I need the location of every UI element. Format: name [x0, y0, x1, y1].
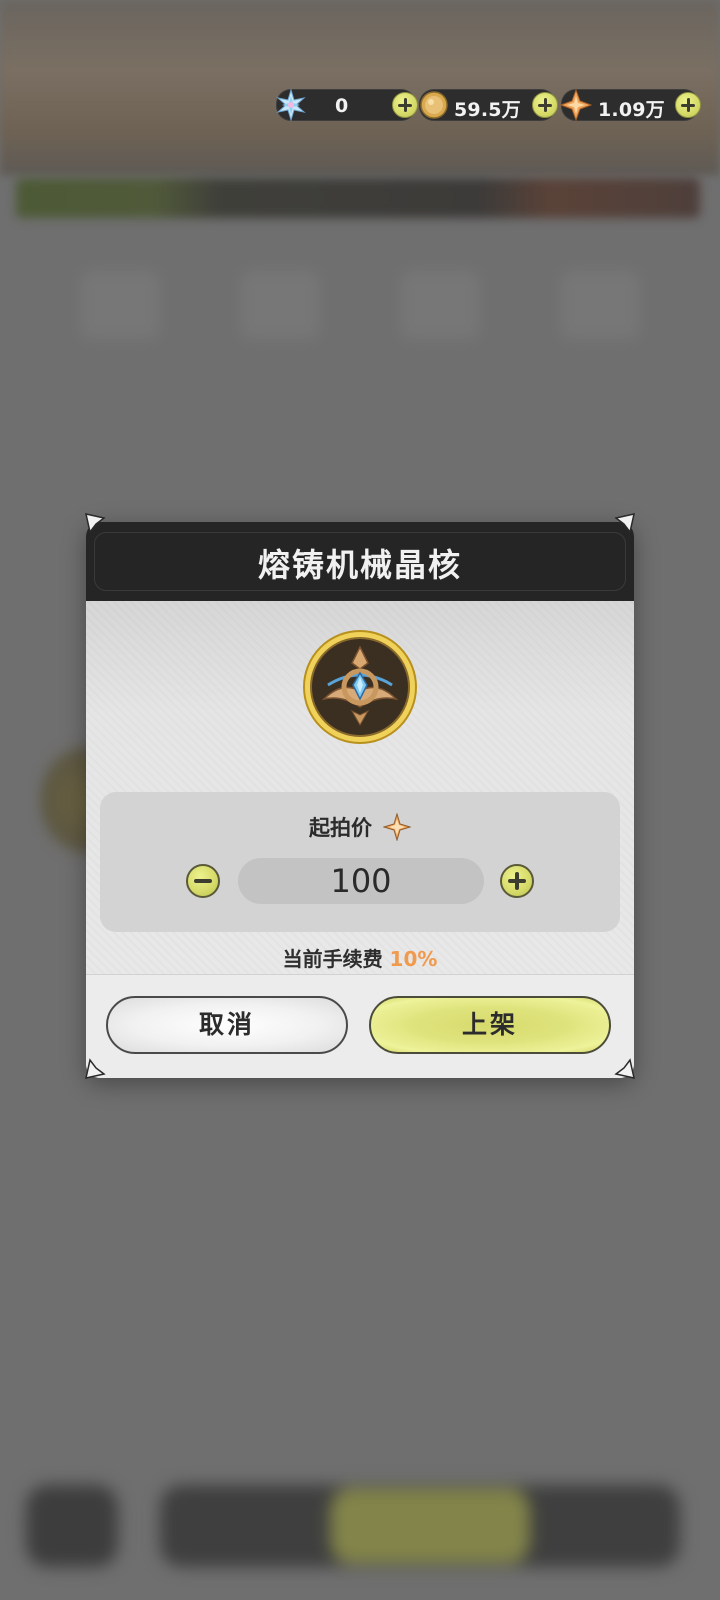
background-bottom-bar-blur — [0, 1460, 720, 1600]
dialog-footer: 取消 上架 — [86, 974, 634, 1078]
currency-crystal-pill: 0 — [276, 88, 418, 122]
background-blur-shape — [240, 270, 320, 340]
add-gold-button[interactable] — [532, 92, 558, 118]
fee-percent: 10% — [389, 947, 438, 971]
price-label-row: 起拍价 — [100, 812, 620, 842]
gem-amount: 1.09万 — [598, 99, 665, 121]
currency-gold-pill: 59.5万 — [419, 89, 558, 121]
starting-price-panel: 起拍价 — [100, 792, 620, 932]
orange-star-gem-icon — [559, 88, 593, 122]
gold-coin-icon — [420, 91, 448, 119]
background-blur-shape — [400, 270, 480, 340]
orange-star-gem-icon — [383, 813, 412, 841]
mechanical-crystal-core-icon — [303, 630, 417, 744]
background-header-blur — [0, 0, 720, 175]
decrease-price-button[interactable] — [186, 864, 220, 898]
crystal-amount: 0 — [335, 95, 349, 117]
fee-info: 当前手续费 10% — [86, 943, 634, 972]
background-blur-shape — [560, 270, 640, 340]
increase-price-button[interactable] — [500, 864, 534, 898]
listing-dialog: 熔铸机械晶核 起拍价 当前手续费 10% — [86, 522, 634, 1078]
corner-ornament-icon — [85, 1058, 106, 1079]
corner-ornament-icon — [614, 1058, 635, 1079]
dialog-header: 熔铸机械晶核 — [86, 522, 634, 601]
add-gem-button[interactable] — [675, 92, 701, 118]
dialog-title: 熔铸机械晶核 — [257, 546, 462, 584]
price-input[interactable] — [238, 858, 484, 904]
fee-label: 当前手续费 — [282, 947, 383, 971]
snowflake-crystal-icon — [276, 88, 306, 122]
gold-amount: 59.5万 — [454, 99, 521, 121]
corner-ornament-icon — [85, 513, 106, 534]
corner-ornament-icon — [614, 513, 635, 534]
background-blur-shape — [80, 270, 160, 340]
background-tab-band-blur — [16, 178, 700, 218]
starting-price-label: 起拍价 — [308, 816, 372, 840]
currency-gem-pill: 1.09万 — [559, 88, 701, 122]
cancel-button[interactable]: 取消 — [106, 996, 348, 1054]
list-item-button[interactable]: 上架 — [369, 996, 611, 1054]
add-crystal-button[interactable] — [392, 92, 418, 118]
